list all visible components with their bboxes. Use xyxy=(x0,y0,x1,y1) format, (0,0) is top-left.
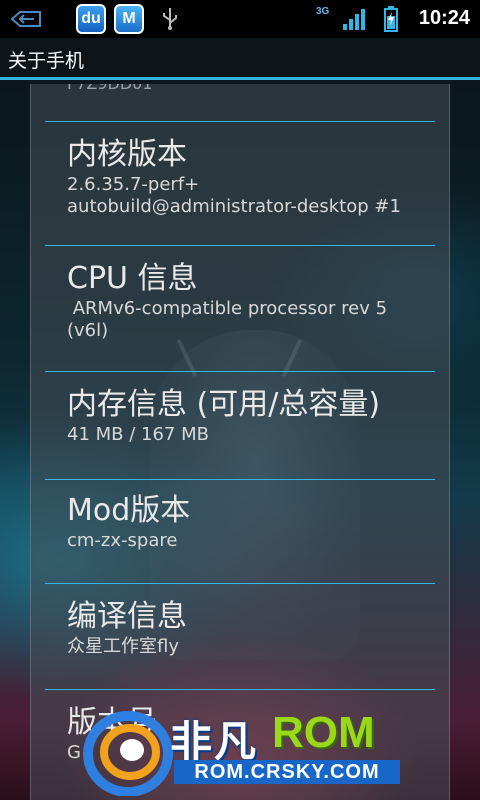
list-item-title: 内核版本 xyxy=(67,137,187,172)
list-item-title: CPU 信息 xyxy=(67,261,198,296)
list-item-title: 内存信息 (可用/总容量) xyxy=(67,387,381,422)
battery-charging-icon xyxy=(384,6,398,32)
watermark-brand-rom: ROM xyxy=(272,708,375,757)
list-item-memory-info[interactable]: 内存信息 (可用/总容量) 41 MB / 167 MB xyxy=(67,386,439,446)
list-divider xyxy=(45,245,435,246)
signal-icon xyxy=(343,9,365,30)
usb-icon xyxy=(163,8,177,30)
list-item-summary: ARMv6-compatible processor rev 5 xyxy=(67,298,388,319)
list-item-mod-version[interactable]: Mod版本 cm-zx-spare xyxy=(67,492,439,552)
clock: 10:24 xyxy=(418,7,470,29)
list-divider xyxy=(45,689,435,690)
swirl-logo-icon xyxy=(83,711,173,796)
list-item-summary: (v6l) xyxy=(67,320,109,341)
list-divider xyxy=(45,371,435,372)
list-item-summary: autobuild@administrator-desktop #1 xyxy=(67,196,401,217)
list-item-title: Mod版本 xyxy=(67,493,191,528)
status-bar: du M 3G 10:24 xyxy=(0,0,480,38)
list-item-summary: 41 MB / 167 MB xyxy=(67,424,209,445)
du-app-label: du xyxy=(81,10,101,27)
list-item-kernel-version[interactable]: 内核版本 2.6.35.7-perf+ autobuild@administra… xyxy=(67,136,439,218)
settings-list[interactable]: F7Z9DD01 内核版本 2.6.35.7-perf+ autobuild@a… xyxy=(30,84,450,800)
list-item-summary: cm-zx-spare xyxy=(67,530,178,551)
list-item-cpu-info[interactable]: CPU 信息 ARMv6-compatible processor rev 5 … xyxy=(67,260,439,342)
page-title: 关于手机 xyxy=(8,50,85,72)
3g-indicator: 3G xyxy=(316,6,330,17)
list-item-summary: 众星工作室fly xyxy=(67,636,179,657)
list-divider xyxy=(45,479,435,480)
list-item-build-info[interactable]: 编译信息 众星工作室fly xyxy=(67,598,439,658)
list-item-title: 编译信息 xyxy=(67,599,187,634)
du-app-icon: du xyxy=(76,4,106,34)
list-divider xyxy=(45,583,435,584)
list-item-summary: 2.6.35.7-perf+ xyxy=(67,174,200,195)
m-app-icon: M xyxy=(114,4,144,34)
crsky-rom-watermark: 非凡 ROM ROM.CRSKY.COM xyxy=(80,700,410,800)
back-arrow-icon[interactable] xyxy=(10,10,42,28)
title-bar: 关于手机 xyxy=(0,38,480,80)
list-divider xyxy=(45,121,435,122)
partial-list-item-text: F7Z9DD01 xyxy=(67,84,153,93)
m-app-label: M xyxy=(122,10,136,27)
watermark-url: ROM.CRSKY.COM xyxy=(174,760,400,784)
